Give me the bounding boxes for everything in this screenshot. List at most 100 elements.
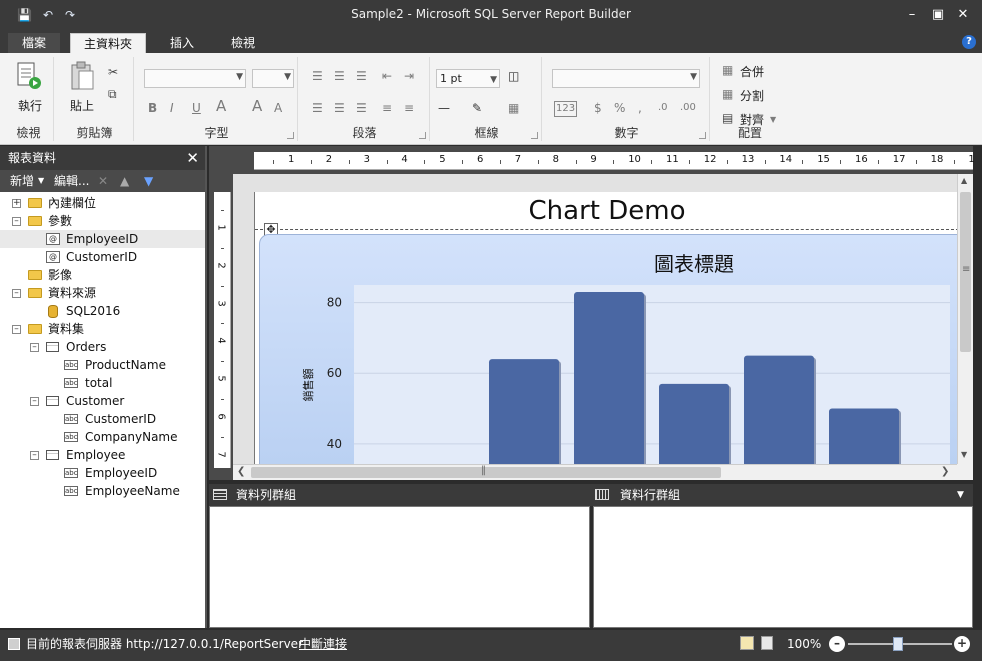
vertical-scrollbar[interactable]: ▲ ≡ ▼ [957,174,973,464]
zoom-in-icon[interactable]: + [954,636,970,652]
tree-item-dataset-customer[interactable]: – Customer [0,392,205,410]
close-button[interactable]: ✕ [955,7,971,23]
scroll-up-icon[interactable]: ▲ [961,176,967,185]
decrease-decimal-icon[interactable]: .00 [680,101,696,115]
collapse-icon[interactable]: – [30,343,39,352]
collapse-icon[interactable]: – [12,325,21,334]
border-width-combo[interactable]: 1 pt ▼ [436,69,500,88]
font-color-icon[interactable]: A [216,99,226,114]
bold-icon[interactable]: B [148,101,157,115]
collapse-icon[interactable]: – [12,217,21,226]
split-button[interactable]: 分割 [740,87,764,104]
comma-icon[interactable]: , [638,101,642,115]
numbering-icon[interactable]: ≡ [404,101,414,115]
indent-icon[interactable]: ⇥ [404,69,414,83]
shrink-font-icon[interactable]: A [274,101,282,115]
tree-item-field[interactable]: abc EmployeeID [0,464,205,482]
expand-icon[interactable]: + [12,199,21,208]
border-style-icon[interactable]: — [438,101,450,115]
collapse-icon[interactable]: – [30,397,39,406]
horizontal-scroll-thumb[interactable] [251,467,721,478]
align-middle-icon[interactable]: ☰ [334,69,345,83]
align-right-icon[interactable]: ☰ [356,101,367,115]
cut-icon[interactable]: ✂ [108,65,118,79]
run-view-icon[interactable] [761,636,773,650]
grouping-dropdown-icon[interactable]: ▼ [957,484,964,506]
move-up-icon[interactable]: ▲ [120,170,129,192]
currency-icon[interactable]: $ [594,101,602,115]
tree-item-datasets[interactable]: – 資料集 [0,320,205,338]
collapse-icon[interactable]: – [30,451,39,460]
scroll-down-icon[interactable]: ▼ [961,450,967,459]
align-top-icon[interactable]: ☰ [312,69,323,83]
tree-item-builtin[interactable]: + 內建欄位 [0,194,205,212]
align-center-icon[interactable]: ☰ [334,101,345,115]
align-icon[interactable]: ▤ [722,111,733,125]
tab-insert[interactable]: 插入 [160,33,204,53]
tree-item-field[interactable]: abc total [0,374,205,392]
run-icon[interactable] [16,61,42,91]
tree-item-field[interactable]: abc ProductName [0,356,205,374]
bullets-icon[interactable]: ≡ [382,101,392,115]
tree-item-sql2016[interactable]: SQL2016 [0,302,205,320]
grow-font-icon[interactable]: A [252,99,262,114]
tree-item-parameters[interactable]: – 參數 [0,212,205,230]
scroll-right-icon[interactable]: ❯ [941,466,949,477]
report-title[interactable]: Chart Demo [255,196,958,226]
merge-button[interactable]: 合併 [740,63,764,80]
zoom-out-icon[interactable]: – [829,636,845,652]
chart[interactable]: 圖表標題20406080銷售額 [259,234,958,466]
horizontal-scrollbar[interactable]: ❮ ‖ ❯ [233,464,957,480]
percent-icon[interactable]: % [614,101,625,115]
paste-button[interactable]: 貼上 [70,97,94,114]
minimize-button[interactable]: – [904,7,920,23]
close-pane-icon[interactable]: ✕ [186,146,199,170]
tree-item-param-employeeid[interactable]: @ EmployeeID [0,230,205,248]
tab-view[interactable]: 檢視 [221,33,265,53]
zoom-slider-thumb[interactable] [893,637,903,651]
design-surface[interactable]: 1 2 3 4 5 6 7 8 9 10 11 12 13 14 15 16 17 18 1 1234567 Cha… [209,146,975,480]
run-button[interactable]: 執行 [18,97,42,114]
merge-icon[interactable]: ▦ [722,63,733,77]
outdent-icon[interactable]: ⇤ [382,69,392,83]
split-icon[interactable]: ▦ [722,87,733,101]
collapse-icon[interactable]: – [12,289,21,298]
placeholder-styles-icon[interactable]: 123 [554,101,578,117]
fill-color-icon[interactable]: ◫ [508,69,519,83]
help-icon[interactable]: ? [962,35,976,49]
maximize-button[interactable]: ▣ [930,7,946,23]
border-color-icon[interactable]: ✎ [472,101,482,115]
row-groups-pane[interactable] [209,506,590,628]
align-left-icon[interactable]: ☰ [312,101,323,115]
tree-item-dataset-employee[interactable]: – Employee [0,446,205,464]
italic-icon[interactable]: I [170,101,174,115]
tree-item-param-customerid[interactable]: @ CustomerID [0,248,205,266]
increase-decimal-icon[interactable]: .0 [658,101,668,115]
font-family-combo[interactable]: ▼ [144,69,246,88]
report-body[interactable]: Chart Demo ✥ 圖表標題20406080銷售額 [254,192,958,466]
tree-item-dataset-orders[interactable]: – Orders [0,338,205,356]
edit-button[interactable]: 編輯... [54,170,89,192]
tree-item-field[interactable]: abc CustomerID [0,410,205,428]
font-size-combo[interactable]: ▼ [252,69,294,88]
design-view-icon[interactable] [740,636,754,650]
tree-item-datasources[interactable]: – 資料來源 [0,284,205,302]
borders-icon[interactable]: ▦ [508,101,519,115]
tree-item-images[interactable]: 影像 [0,266,205,284]
tree-item-field[interactable]: abc CompanyName [0,428,205,446]
tab-home[interactable]: 主資料夾 [70,33,146,53]
disconnect-link[interactable]: 中斷連接 [299,630,347,658]
paste-icon[interactable] [70,61,96,93]
copy-icon[interactable]: ⧉ [108,87,117,101]
tree-item-field[interactable]: abc EmployeeName [0,482,205,500]
tab-file[interactable]: 檔案 [8,33,60,53]
move-down-icon[interactable]: ▼ [144,170,153,192]
new-button[interactable]: 新增 [10,170,34,192]
column-groups-pane[interactable] [593,506,973,628]
scroll-left-icon[interactable]: ❮ [237,466,245,477]
number-format-combo[interactable]: ▼ [552,69,700,88]
delete-icon[interactable]: ✕ [98,170,108,192]
align-bottom-icon[interactable]: ☰ [356,69,367,83]
underline-icon[interactable]: U [192,101,201,115]
new-dropdown-icon[interactable]: ▼ [38,170,44,192]
